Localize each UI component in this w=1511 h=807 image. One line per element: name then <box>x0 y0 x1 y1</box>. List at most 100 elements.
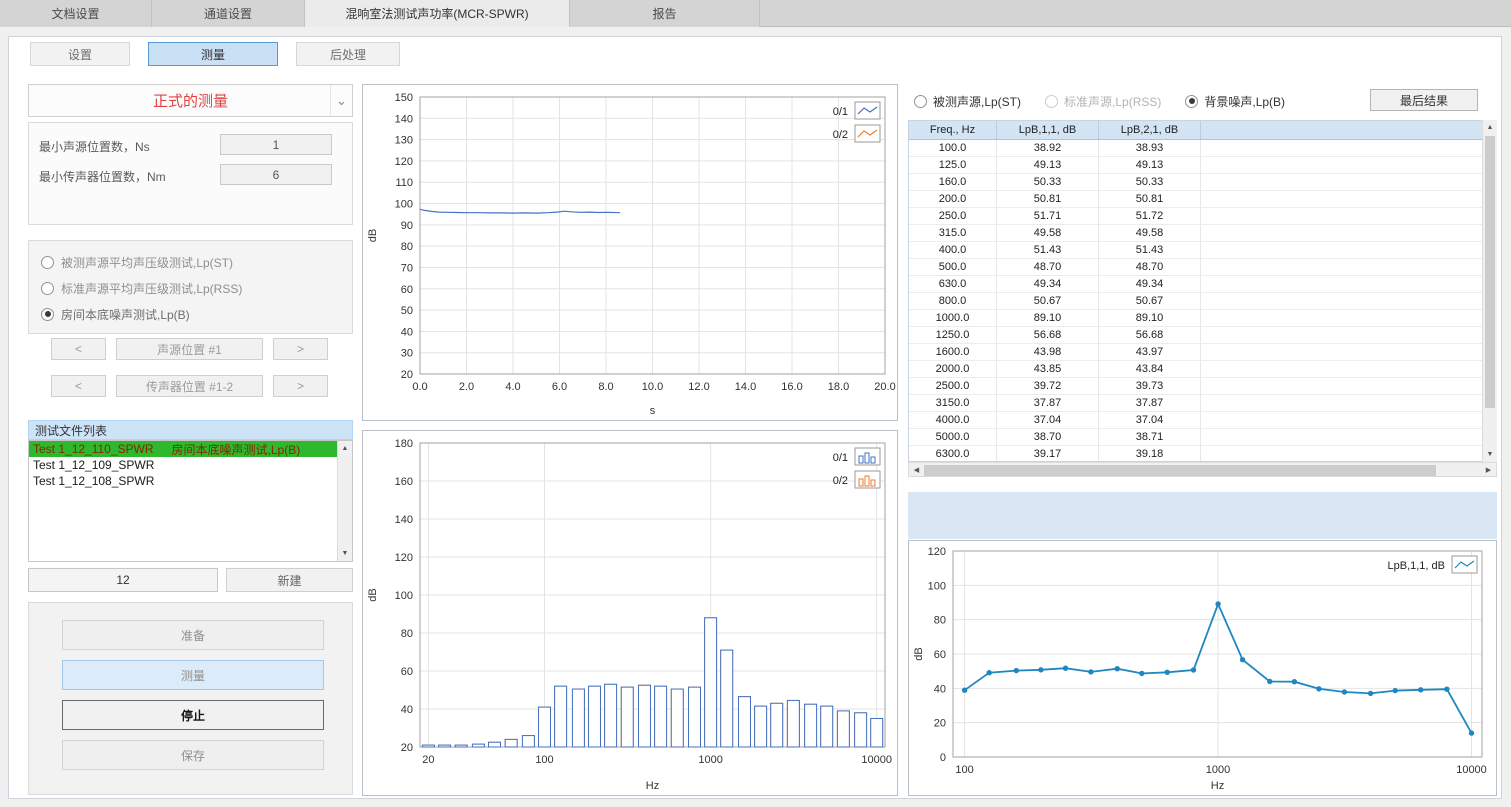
table-cell-filler <box>1201 208 1482 224</box>
test-type-radio[interactable]: 标准声源平均声压级测试,Lp(RSS) <box>41 279 242 297</box>
table-row[interactable]: 200.050.8150.81 <box>909 191 1482 208</box>
scroll-up-icon[interactable]: ▲ <box>338 441 352 456</box>
main-tab-report[interactable]: 报告 <box>570 0 760 27</box>
table-row[interactable]: 100.038.9238.93 <box>909 140 1482 157</box>
table-row[interactable]: 3150.037.8737.87 <box>909 395 1482 412</box>
radio-icon <box>41 256 54 269</box>
radio-reference-lprss[interactable]: 标准声源,Lp(RSS) <box>1045 93 1161 110</box>
sub-tab-postprocess[interactable]: 后处理 <box>296 42 400 66</box>
table-cell: 43.84 <box>1099 361 1201 377</box>
table-cell: 50.81 <box>997 191 1099 207</box>
measure-button[interactable]: 测量 <box>62 660 324 690</box>
scrollbar-track[interactable] <box>924 463 1481 476</box>
table-row[interactable]: 800.050.6750.67 <box>909 293 1482 310</box>
table-vertical-scrollbar[interactable]: ▲ ▼ <box>1482 120 1497 462</box>
main-tab-channel-settings[interactable]: 通道设置 <box>152 0 305 27</box>
table-cell-filler <box>1201 293 1482 309</box>
table-cell: 6300.0 <box>909 446 997 462</box>
stop-button[interactable]: 停止 <box>62 700 324 730</box>
table-row[interactable]: 1600.043.9843.97 <box>909 344 1482 361</box>
content-panel: 设置测量后处理 正式的测量 ⌄ 最小声源位置数，Ns最小传声器位置数，Nm 被测… <box>8 36 1502 799</box>
save-button[interactable]: 保存 <box>62 740 324 770</box>
parameter-input[interactable] <box>220 164 332 185</box>
table-row[interactable]: 2000.043.8543.84 <box>909 361 1482 378</box>
sub-tab-settings[interactable]: 设置 <box>30 42 130 66</box>
scroll-up-icon[interactable]: ▲ <box>1483 120 1497 135</box>
result-type-radio-row: 被测声源,Lp(ST) 标准声源,Lp(RSS) 背景噪声,Lp(B) <box>914 91 1285 111</box>
table-row[interactable]: 4000.037.0437.04 <box>909 412 1482 429</box>
main-tab-mcr-spwr[interactable]: 混响室法测试声功率(MCR-SPWR) <box>305 0 570 27</box>
table-cell: 1000.0 <box>909 310 997 326</box>
table-row[interactable]: 5000.038.7038.71 <box>909 429 1482 446</box>
table-row[interactable]: 315.049.5849.58 <box>909 225 1482 242</box>
next-position-button[interactable]: > <box>273 338 328 360</box>
table-cell: 38.70 <box>997 429 1099 445</box>
x-axis-label: Hz <box>1211 780 1224 792</box>
prev-position-button[interactable]: < <box>51 375 106 397</box>
table-cell-filler <box>1201 395 1482 411</box>
main-tab-document-settings[interactable]: 文档设置 <box>0 0 152 27</box>
parameter-input[interactable] <box>220 134 332 155</box>
svg-text:10.0: 10.0 <box>642 381 663 393</box>
radio-source-lpst[interactable]: 被测声源,Lp(ST) <box>914 93 1021 110</box>
file-list-item[interactable]: Test 1_12_110_SPWR房间本底噪声测试,Lp(B) <box>29 441 337 457</box>
test-type-radio[interactable]: 房间本底噪声测试,Lp(B) <box>41 305 190 323</box>
scroll-right-icon[interactable]: ▶ <box>1481 463 1496 476</box>
file-list[interactable]: Test 1_12_110_SPWR房间本底噪声测试,Lp(B)Test 1_1… <box>28 440 353 562</box>
file-list-item[interactable]: Test 1_12_109_SPWR <box>29 457 337 473</box>
table-cell: 49.13 <box>997 157 1099 173</box>
sub-tab-measure[interactable]: 测量 <box>148 42 278 66</box>
scroll-left-icon[interactable]: ◀ <box>909 463 924 476</box>
table-row[interactable]: 250.051.7151.72 <box>909 208 1482 225</box>
table-cell-filler <box>1201 259 1482 275</box>
svg-text:100: 100 <box>955 764 973 776</box>
scrollbar-thumb[interactable] <box>924 465 1436 476</box>
svg-text:12.0: 12.0 <box>688 381 709 393</box>
measurement-mode-combobox[interactable]: 正式的测量 ⌄ <box>28 84 353 117</box>
table-cell: 51.43 <box>997 242 1099 258</box>
scroll-down-icon[interactable]: ▼ <box>338 546 352 561</box>
table-row[interactable]: 125.049.1349.13 <box>909 157 1482 174</box>
legend-label: 0/2 <box>833 129 848 141</box>
table-row[interactable]: 1000.089.1089.10 <box>909 310 1482 327</box>
x-axis-label: Hz <box>646 780 659 792</box>
table-cell-filler <box>1201 412 1482 428</box>
svg-text:6.0: 6.0 <box>552 381 567 393</box>
scrollbar-thumb[interactable] <box>1485 136 1495 408</box>
position-label-button[interactable]: 声源位置 #1 <box>116 338 263 360</box>
prepare-button[interactable]: 准备 <box>62 620 324 650</box>
table-row[interactable]: 630.049.3449.34 <box>909 276 1482 293</box>
table-cell-filler <box>1201 310 1482 326</box>
scroll-down-icon[interactable]: ▼ <box>1483 447 1497 462</box>
test-type-radio-group: 被测声源平均声压级测试,Lp(ST) 标准声源平均声压级测试,Lp(RSS) 房间本… <box>28 240 353 334</box>
radio-background-lpb[interactable]: 背景噪声,Lp(B) <box>1185 93 1285 110</box>
table-row[interactable]: 2500.039.7239.73 <box>909 378 1482 395</box>
file-list-scrollbar[interactable]: ▲ ▼ <box>337 441 352 561</box>
svg-text:70: 70 <box>401 262 413 274</box>
file-list-item[interactable]: Test 1_12_108_SPWR <box>29 473 337 489</box>
position-label-button[interactable]: 传声器位置 #1-2 <box>116 375 263 397</box>
svg-text:40: 40 <box>401 326 413 338</box>
table-row[interactable]: 160.050.3350.33 <box>909 174 1482 191</box>
parameter-label: 最小传声器位置数，Nm <box>39 168 166 185</box>
table-cell: 48.70 <box>1099 259 1201 275</box>
column-header: LpB,1,1, dB <box>997 121 1099 139</box>
radio-label: 标准声源,Lp(RSS) <box>1064 93 1161 110</box>
chevron-down-icon[interactable]: ⌄ <box>330 85 352 116</box>
prev-position-button[interactable]: < <box>51 338 106 360</box>
table-cell: 38.93 <box>1099 140 1201 156</box>
table-cell: 39.17 <box>997 446 1099 462</box>
new-file-button[interactable]: 新建 <box>226 568 353 592</box>
svg-text:110: 110 <box>395 177 413 189</box>
final-result-button[interactable]: 最后结果 <box>1370 89 1478 111</box>
next-position-button[interactable]: > <box>273 375 328 397</box>
svg-text:20: 20 <box>422 754 434 766</box>
table-row[interactable]: 1250.056.6856.68 <box>909 327 1482 344</box>
test-type-radio[interactable]: 被测声源平均声压级测试,Lp(ST) <box>41 253 233 271</box>
table-row[interactable]: 6300.039.1739.18 <box>909 446 1482 462</box>
table-row[interactable]: 500.048.7048.70 <box>909 259 1482 276</box>
table-row[interactable]: 400.051.4351.43 <box>909 242 1482 259</box>
file-index-input[interactable] <box>28 568 218 592</box>
table-horizontal-scrollbar[interactable]: ◀ ▶ <box>908 462 1497 477</box>
svg-text:100: 100 <box>928 580 946 592</box>
